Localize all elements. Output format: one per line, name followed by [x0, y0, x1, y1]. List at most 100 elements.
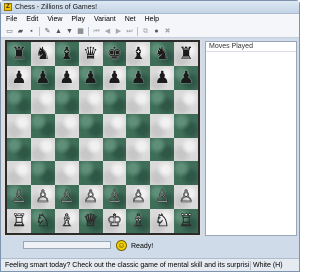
square-c4[interactable]: [54, 137, 79, 162]
white-piece[interactable]: ♘: [154, 211, 170, 232]
square-b5[interactable]: [30, 113, 55, 138]
square-h3[interactable]: [174, 161, 198, 186]
white-piece[interactable]: ♙: [130, 187, 146, 208]
square-b7[interactable]: ♟: [30, 65, 55, 90]
back-icon[interactable]: ◀: [103, 27, 112, 36]
square-g6[interactable]: [150, 89, 175, 114]
square-d2[interactable]: ♙: [78, 185, 103, 210]
square-e5[interactable]: [102, 113, 127, 138]
white-piece[interactable]: ♙: [178, 187, 194, 208]
square-a1[interactable]: ♖: [7, 209, 31, 233]
white-piece[interactable]: ♙: [83, 187, 99, 208]
square-f8[interactable]: ♝: [126, 42, 151, 66]
black-piece[interactable]: ♟: [83, 68, 98, 88]
white-piece[interactable]: ♖: [178, 211, 194, 232]
square-d5[interactable]: [78, 113, 103, 138]
black-piece[interactable]: ♞: [35, 44, 50, 64]
white-piece[interactable]: ♙: [11, 187, 27, 208]
square-d4[interactable]: [78, 137, 103, 162]
black-piece[interactable]: ♟: [107, 68, 122, 88]
square-c6[interactable]: [54, 89, 79, 114]
square-f4[interactable]: [126, 137, 151, 162]
square-c5[interactable]: [54, 113, 79, 138]
square-c8[interactable]: ♝: [54, 42, 79, 66]
square-a8[interactable]: ♜: [7, 42, 31, 66]
black-piece[interactable]: ♟: [11, 68, 26, 88]
square-h7[interactable]: ♟: [174, 65, 198, 90]
white-piece[interactable]: ♗: [59, 211, 75, 232]
white-piece[interactable]: ♙: [107, 187, 123, 208]
square-b1[interactable]: ♘: [30, 209, 55, 233]
square-a5[interactable]: [7, 113, 31, 138]
black-piece[interactable]: ♛: [83, 44, 98, 64]
square-e6[interactable]: [102, 89, 127, 114]
square-h5[interactable]: [174, 113, 198, 138]
white-piece[interactable]: ♕: [83, 211, 99, 232]
flip-up-icon[interactable]: ▲: [54, 27, 63, 36]
first-move-icon[interactable]: ⏮: [92, 27, 101, 36]
white-piece[interactable]: ♙: [35, 187, 51, 208]
moves-played-panel[interactable]: Moves Played: [205, 41, 297, 236]
square-h2[interactable]: ♙: [174, 185, 198, 210]
square-g5[interactable]: [150, 113, 175, 138]
square-b6[interactable]: [30, 89, 55, 114]
square-e1[interactable]: ♔: [102, 209, 127, 233]
square-f6[interactable]: [126, 89, 151, 114]
square-b8[interactable]: ♞: [30, 42, 55, 66]
white-piece[interactable]: ♖: [11, 211, 27, 232]
black-piece[interactable]: ♜: [178, 44, 193, 64]
play-icon[interactable]: ●: [152, 27, 161, 36]
square-b2[interactable]: ♙: [30, 185, 55, 210]
menu-file[interactable]: File: [6, 15, 17, 25]
square-e8[interactable]: ♚: [102, 42, 127, 66]
square-g2[interactable]: ♙: [150, 185, 175, 210]
menu-play[interactable]: Play: [71, 15, 85, 25]
square-b4[interactable]: [30, 137, 55, 162]
square-d6[interactable]: [78, 89, 103, 114]
open-icon[interactable]: ▰: [16, 27, 25, 36]
square-c1[interactable]: ♗: [54, 209, 79, 233]
square-g4[interactable]: [150, 137, 175, 162]
square-d7[interactable]: ♟: [78, 65, 103, 90]
new-icon[interactable]: ▭: [5, 27, 14, 36]
menu-help[interactable]: Help: [145, 15, 159, 25]
forward-icon[interactable]: ▶: [114, 27, 123, 36]
square-e7[interactable]: ♟: [102, 65, 127, 90]
square-h1[interactable]: ♖: [174, 209, 198, 233]
square-f5[interactable]: [126, 113, 151, 138]
white-piece[interactable]: ♙: [59, 187, 75, 208]
black-piece[interactable]: ♟: [35, 68, 50, 88]
square-g1[interactable]: ♘: [150, 209, 175, 233]
black-piece[interactable]: ♟: [131, 68, 146, 88]
square-g7[interactable]: ♟: [150, 65, 175, 90]
menu-edit[interactable]: Edit: [26, 15, 38, 25]
pen-icon[interactable]: ✎: [43, 27, 52, 36]
square-d3[interactable]: [78, 161, 103, 186]
square-f7[interactable]: ♟: [126, 65, 151, 90]
square-a2[interactable]: ♙: [7, 185, 31, 210]
square-e3[interactable]: [102, 161, 127, 186]
square-h4[interactable]: [174, 137, 198, 162]
black-piece[interactable]: ♟: [155, 68, 170, 88]
square-a3[interactable]: [7, 161, 31, 186]
menu-view[interactable]: View: [47, 15, 62, 25]
black-piece[interactable]: ♟: [178, 68, 193, 88]
square-b3[interactable]: [30, 161, 55, 186]
square-c3[interactable]: [54, 161, 79, 186]
last-move-icon[interactable]: ⏭: [125, 27, 134, 36]
black-piece[interactable]: ♝: [131, 44, 146, 64]
white-piece[interactable]: ♙: [154, 187, 170, 208]
white-piece[interactable]: ♘: [35, 211, 51, 232]
square-h8[interactable]: ♜: [174, 42, 198, 66]
square-a6[interactable]: [7, 89, 31, 114]
square-c7[interactable]: ♟: [54, 65, 79, 90]
menu-variant[interactable]: Variant: [94, 15, 116, 25]
square-f2[interactable]: ♙: [126, 185, 151, 210]
square-a7[interactable]: ♟: [7, 65, 31, 90]
grid-icon[interactable]: ▦: [76, 27, 85, 36]
menu-net[interactable]: Net: [125, 15, 136, 25]
square-g3[interactable]: [150, 161, 175, 186]
square-e2[interactable]: ♙: [102, 185, 127, 210]
square-f3[interactable]: [126, 161, 151, 186]
white-piece[interactable]: ♗: [130, 211, 146, 232]
